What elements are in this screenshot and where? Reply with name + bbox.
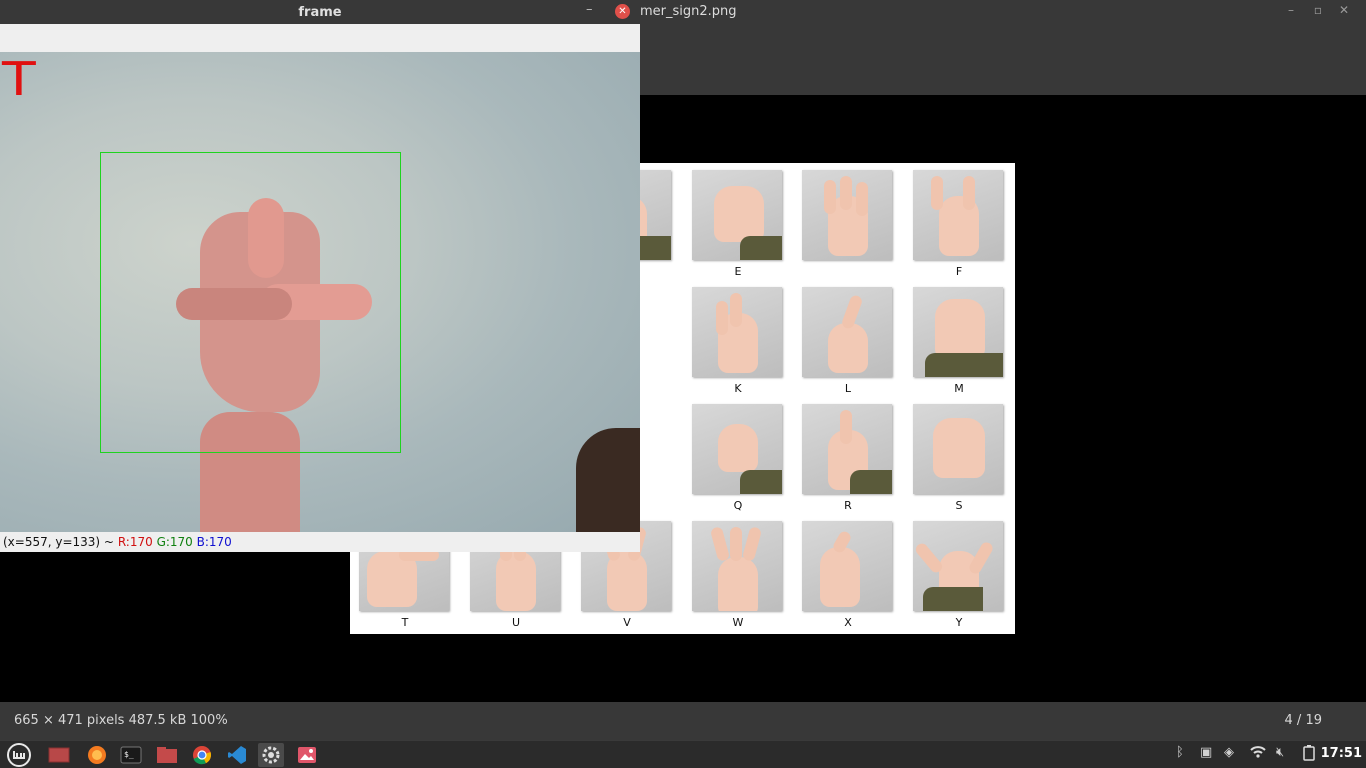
roi-box: [100, 152, 401, 453]
asl-label: Y: [955, 616, 963, 629]
asl-cell: X: [802, 521, 894, 629]
asl-label: U: [511, 616, 521, 629]
head-shape: [576, 428, 640, 532]
asl-cell: Y: [913, 521, 1005, 629]
clipboard-icon[interactable]: ▣: [1200, 745, 1212, 760]
minimize-icon[interactable]: –: [1283, 3, 1299, 17]
image-viewer-icon[interactable]: [294, 743, 320, 767]
restore-icon[interactable]: ▫: [1310, 3, 1326, 17]
asl-cell: L: [802, 287, 894, 395]
wifi-icon[interactable]: [1250, 745, 1266, 763]
pixel-r: R:170: [117, 535, 153, 549]
pixel-g: G:170: [156, 535, 193, 549]
viewer-statusbar: 665 × 471 pixels 487.5 kB 100% 4 / 19: [0, 702, 1366, 740]
asl-cell: W: [692, 521, 784, 629]
asl-label: E: [734, 265, 742, 278]
show-desktop-icon[interactable]: [46, 743, 72, 767]
volume-muted-icon[interactable]: 🔇︎: [1276, 745, 1284, 760]
asl-cell: [802, 170, 894, 260]
asl-label: L: [844, 382, 852, 395]
svg-text:$_: $_: [124, 750, 134, 759]
asl-label: X: [844, 616, 852, 629]
asl-cell: Q: [692, 404, 784, 512]
terminal-icon[interactable]: $_: [118, 743, 144, 767]
asl-cell: F: [913, 170, 1005, 278]
asl-cell: M: [913, 287, 1005, 395]
shield-icon[interactable]: ◈: [1224, 745, 1234, 760]
battery-icon[interactable]: [1302, 745, 1316, 765]
bluetooth-icon[interactable]: ᛒ: [1176, 745, 1184, 760]
asl-cell: K: [692, 287, 784, 395]
asl-cell: R: [802, 404, 894, 512]
asl-label: T: [401, 616, 409, 629]
asl-label: Q: [733, 499, 743, 512]
minimize-icon[interactable]: –: [586, 2, 593, 17]
asl-label: S: [955, 499, 963, 512]
asl-label: K: [734, 382, 742, 395]
asl-cell: E: [692, 170, 784, 278]
chrome-icon[interactable]: [189, 743, 215, 767]
files-icon[interactable]: [154, 743, 180, 767]
pixel-b: B:170: [196, 535, 232, 549]
taskbar: $_ ᛒ ▣ ◈ 🔇︎ 17:51: [0, 740, 1366, 768]
firefox-icon[interactable]: [84, 743, 110, 767]
frame-titlebar[interactable]: frame – ✕: [0, 0, 640, 24]
close-icon[interactable]: ✕: [615, 4, 630, 19]
asl-label: V: [623, 616, 631, 629]
viewer-title: mer_sign2.png: [640, 4, 737, 19]
frame-statusbar: (x=557, y=133) ~ R:170 G:170 B:170: [0, 532, 640, 552]
asl-cell: S: [913, 404, 1005, 512]
cursor-coords: (x=557, y=133) ~: [3, 535, 114, 549]
clock[interactable]: 17:51: [1321, 746, 1362, 761]
frame-title: frame: [298, 5, 342, 20]
asl-label: W: [732, 616, 744, 629]
asl-label: M: [954, 382, 964, 395]
asl-label: R: [844, 499, 852, 512]
prediction-label: T: [2, 52, 36, 106]
vscode-icon[interactable]: [224, 743, 250, 767]
image-info: 665 × 471 pixels 487.5 kB 100%: [14, 713, 228, 728]
mint-menu-icon[interactable]: [6, 743, 32, 767]
asl-label: F: [955, 265, 963, 278]
camera-feed[interactable]: T: [0, 52, 640, 532]
settings-icon[interactable]: [258, 743, 284, 767]
frame-toolbar: [0, 24, 640, 52]
close-icon[interactable]: ✕: [1336, 3, 1352, 17]
image-index: 4 / 19: [1284, 713, 1322, 728]
frame-window: frame – ✕ T (x=557, y=133) ~ R:170 G:170…: [0, 0, 640, 552]
